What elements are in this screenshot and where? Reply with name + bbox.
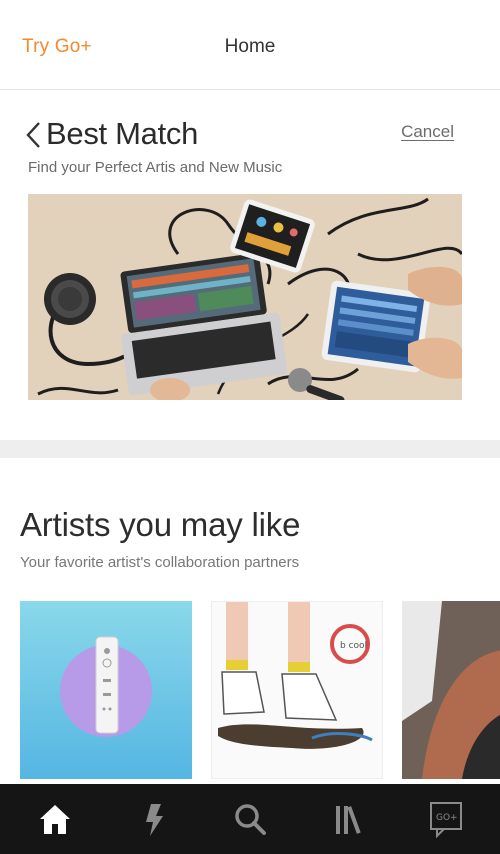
chevron-left-icon[interactable]	[24, 120, 44, 150]
bottom-nav: GO+	[0, 784, 500, 854]
portrait-photo	[402, 601, 500, 779]
artist-card[interactable]: b cool	[211, 601, 383, 779]
go-plus-icon: GO+	[430, 802, 462, 839]
nav-lightning[interactable]	[104, 784, 204, 854]
nav-search[interactable]	[200, 784, 300, 854]
nav-library[interactable]	[300, 784, 400, 854]
home-icon	[40, 805, 70, 834]
best-match-title: Best Match	[46, 116, 199, 151]
nav-go-plus[interactable]: GO+	[397, 784, 497, 854]
artists-section: Artists you may like Your favorite artis…	[0, 458, 500, 784]
artist-card[interactable]	[402, 601, 500, 779]
top-header: Try Go+ Home	[0, 0, 500, 90]
search-icon	[235, 804, 266, 835]
best-match-hero-image[interactable]	[28, 194, 462, 400]
library-icon	[336, 806, 361, 834]
svg-text:GO+: GO+	[436, 813, 458, 823]
artists-title: Artists you may like	[20, 506, 301, 543]
cancel-button[interactable]: Cancel	[401, 122, 454, 142]
page-title: Home	[224, 36, 276, 57]
svg-text:b cool: b cool	[340, 641, 367, 651]
nav-home[interactable]	[5, 784, 105, 854]
best-match-section: Best Match Cancel Find your Perfect Arti…	[0, 90, 500, 440]
best-match-subtitle: Find your Perfect Artis and New Music	[28, 159, 283, 176]
artist-card[interactable]	[20, 601, 192, 779]
artists-subtitle: Your favorite artist's collaboration par…	[20, 554, 300, 571]
section-divider	[0, 440, 500, 458]
lightning-icon	[146, 804, 163, 836]
artist-cards: b cool	[20, 601, 500, 779]
sneakers-illustration: b cool	[218, 602, 373, 749]
remote-controller-illustration	[60, 636, 152, 737]
